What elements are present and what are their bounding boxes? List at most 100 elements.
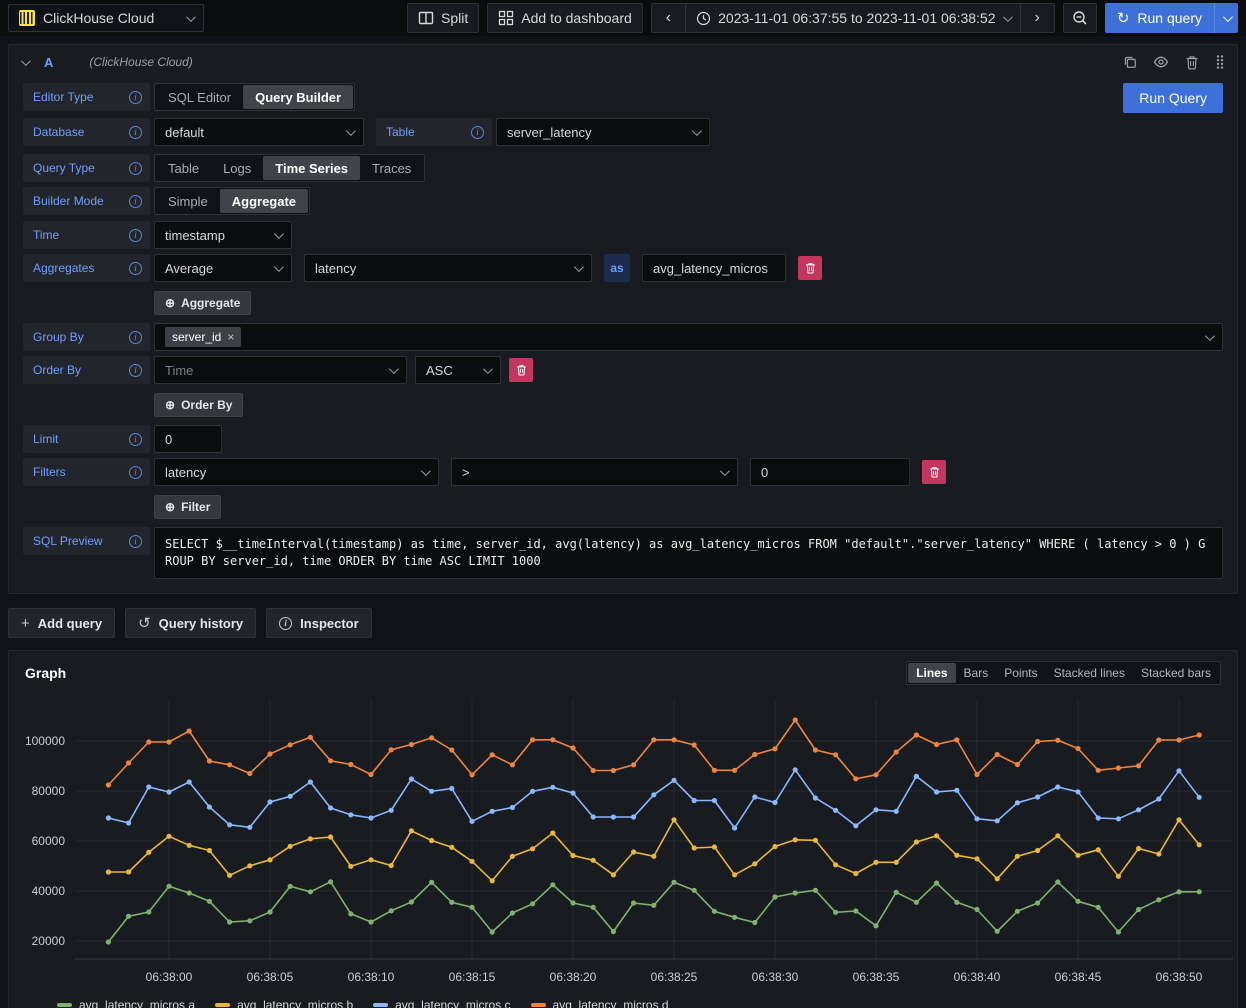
info-icon[interactable]: i xyxy=(129,195,142,208)
info-icon: i xyxy=(279,617,292,630)
timeseries-chart[interactable]: 2000040000600008000010000006:38:0006:38:… xyxy=(17,693,1245,991)
time-range-controls: ‹ 2023-11-01 06:37:55 to 2023-11-01 06:3… xyxy=(651,3,1055,33)
info-icon[interactable]: i xyxy=(129,466,142,479)
remove-aggregate-button[interactable] xyxy=(798,256,822,280)
chart-legend: avg_latency_micros a avg_latency_micros … xyxy=(17,994,1229,1008)
zoom-out-button[interactable] xyxy=(1063,3,1097,33)
graph-mode-lines[interactable]: Lines xyxy=(908,663,955,683)
chevron-down-icon xyxy=(346,126,356,136)
svg-text:60000: 60000 xyxy=(32,834,66,848)
as-badge: as xyxy=(604,254,630,282)
filter-field-select[interactable]: latency xyxy=(154,458,439,486)
aggregate-alias-input[interactable] xyxy=(642,254,786,282)
query-actions: + Add query ↺ Query history i Inspector xyxy=(8,608,1238,638)
info-icon[interactable]: i xyxy=(129,331,142,344)
info-icon[interactable]: i xyxy=(471,126,484,139)
group-by-multiselect[interactable]: server_id × xyxy=(154,323,1223,351)
run-query-split-button: ↻ Run query xyxy=(1105,3,1238,33)
builder-mode-option-simple[interactable]: Simple xyxy=(156,189,220,213)
run-query-dropdown[interactable] xyxy=(1214,3,1238,33)
eye-icon xyxy=(1153,54,1169,70)
add-aggregate-button[interactable]: ⊕ Aggregate xyxy=(154,291,251,315)
plus-icon: + xyxy=(21,615,30,632)
info-icon[interactable]: i xyxy=(129,364,142,377)
duplicate-query-button[interactable] xyxy=(1123,55,1137,69)
filter-value-input[interactable] xyxy=(750,458,910,486)
info-icon[interactable]: i xyxy=(129,535,142,548)
builder-mode-toggle: Simple Aggregate xyxy=(154,187,310,215)
add-filter-label: Filter xyxy=(181,500,210,514)
collapse-chevron-icon[interactable] xyxy=(21,56,31,66)
split-button[interactable]: Split xyxy=(407,3,479,33)
builder-mode-label-cell: Builder Mode i xyxy=(23,187,150,215)
legend-item[interactable]: avg_latency_micros d xyxy=(531,998,669,1008)
graph-mode-bars[interactable]: Bars xyxy=(956,663,997,683)
legend-item[interactable]: avg_latency_micros a xyxy=(57,998,195,1008)
delete-query-button[interactable] xyxy=(1185,55,1199,70)
remove-chip-icon[interactable]: × xyxy=(227,330,234,344)
editor-type-option-sql-editor[interactable]: SQL Editor xyxy=(156,85,243,109)
query-type-option-logs[interactable]: Logs xyxy=(211,156,263,180)
info-icon[interactable]: i xyxy=(129,126,142,139)
filter-operator-select[interactable]: > xyxy=(451,458,738,486)
aggregates-row: Aggregates i Average latency as xyxy=(23,254,1223,282)
query-ref-letter[interactable]: A xyxy=(44,55,53,70)
time-range-picker[interactable]: 2023-11-01 06:37:55 to 2023-11-01 06:38:… xyxy=(685,3,1019,33)
editor-type-option-query-builder[interactable]: Query Builder xyxy=(243,85,353,109)
aggregate-function-select[interactable]: Average xyxy=(154,254,292,282)
remove-filter-button[interactable] xyxy=(922,460,946,484)
limit-label-cell: Limit i xyxy=(23,425,150,453)
svg-text:06:38:10: 06:38:10 xyxy=(348,970,395,984)
info-icon[interactable]: i xyxy=(129,229,142,242)
svg-text:06:38:40: 06:38:40 xyxy=(954,970,1001,984)
inspector-button[interactable]: i Inspector xyxy=(266,608,372,638)
editor-type-label: Editor Type xyxy=(33,90,93,104)
time-column-select[interactable]: timestamp xyxy=(154,221,292,249)
graph-mode-stacked-bars[interactable]: Stacked bars xyxy=(1133,663,1219,683)
info-icon[interactable]: i xyxy=(129,162,142,175)
run-query-button[interactable]: ↻ Run query xyxy=(1105,3,1214,33)
svg-text:06:38:35: 06:38:35 xyxy=(853,970,900,984)
datasource-picker[interactable]: ClickHouse Cloud xyxy=(8,4,204,32)
query-type-option-traces[interactable]: Traces xyxy=(360,156,423,180)
aggregate-column-select[interactable]: latency xyxy=(304,254,592,282)
add-to-dashboard-button[interactable]: Add to dashboard xyxy=(487,3,643,33)
legend-color-pill xyxy=(373,1003,388,1007)
drag-dots-icon xyxy=(1215,54,1225,70)
graph-mode-points[interactable]: Points xyxy=(996,663,1045,683)
info-icon[interactable]: i xyxy=(129,91,142,104)
graph-mode-stacked-lines[interactable]: Stacked lines xyxy=(1046,663,1133,683)
query-type-label-cell: Query Type i xyxy=(23,154,150,182)
info-icon[interactable]: i xyxy=(129,433,142,446)
legend-item[interactable]: avg_latency_micros c xyxy=(373,998,510,1008)
query-type-option-table[interactable]: Table xyxy=(156,156,211,180)
add-query-button[interactable]: + Add query xyxy=(8,608,115,638)
toggle-visibility-button[interactable] xyxy=(1153,54,1169,70)
table-select[interactable]: server_latency xyxy=(496,118,710,146)
database-select[interactable]: default xyxy=(154,118,364,146)
graph-panel: Graph Lines Bars Points Stacked lines St… xyxy=(8,650,1238,1008)
group-by-chip-label: server_id xyxy=(172,330,221,344)
add-filter-button[interactable]: ⊕ Filter xyxy=(154,495,221,519)
query-type-option-time-series[interactable]: Time Series xyxy=(263,156,360,180)
time-row: Time i timestamp xyxy=(23,221,1223,249)
remove-order-by-button[interactable] xyxy=(509,358,533,382)
drag-handle[interactable] xyxy=(1215,54,1225,70)
panel-run-query-button[interactable]: Run Query xyxy=(1123,83,1223,113)
add-circle-icon: ⊕ xyxy=(165,398,175,412)
builder-mode-option-aggregate[interactable]: Aggregate xyxy=(220,189,308,213)
query-history-button[interactable]: ↺ Query history xyxy=(125,608,256,638)
graph-mode-tabs: Lines Bars Points Stacked lines Stacked … xyxy=(906,661,1221,685)
add-order-by-button[interactable]: ⊕ Order By xyxy=(154,393,243,417)
order-by-field-select[interactable]: Time xyxy=(154,356,407,384)
legend-item[interactable]: avg_latency_micros b xyxy=(215,998,353,1008)
info-icon[interactable]: i xyxy=(129,262,142,275)
time-shift-forward-button[interactable]: › xyxy=(1020,3,1055,33)
limit-input[interactable] xyxy=(154,425,222,453)
query-type-toggle: Table Logs Time Series Traces xyxy=(154,154,425,182)
chevron-down-icon xyxy=(1205,331,1215,341)
filters-row: Filters i latency > xyxy=(23,458,1223,486)
order-by-direction-select[interactable]: ASC xyxy=(415,356,501,384)
time-shift-back-button[interactable]: ‹ xyxy=(651,3,685,33)
add-aggregate-label: Aggregate xyxy=(181,296,240,310)
